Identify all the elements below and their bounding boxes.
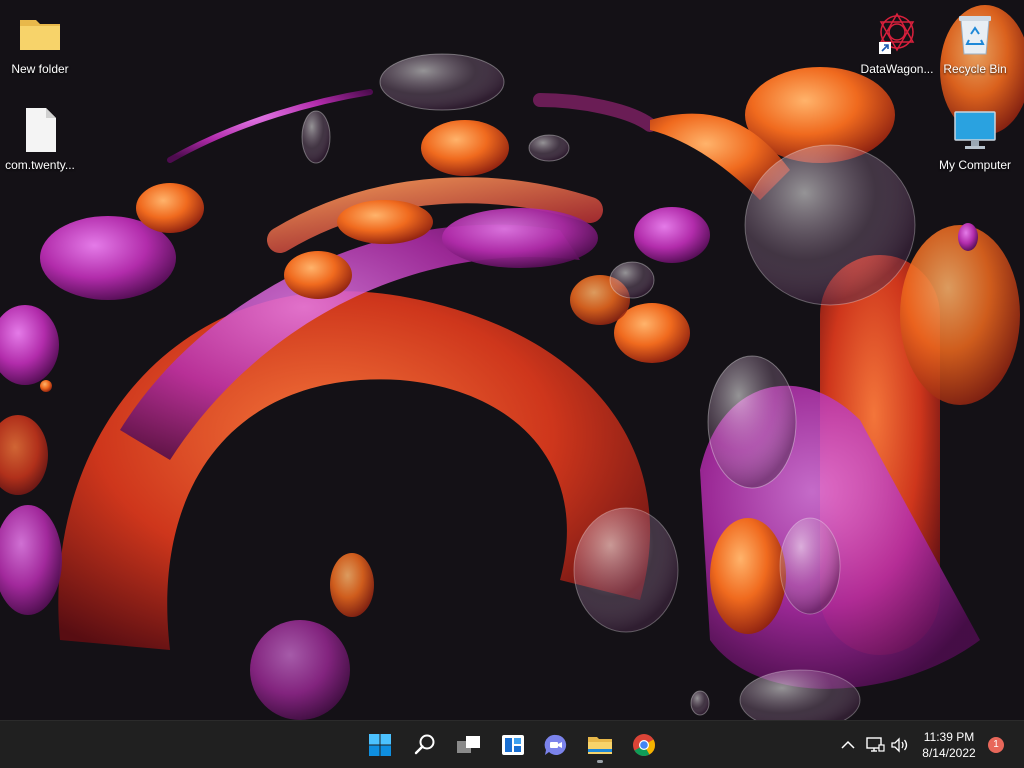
start-button[interactable]: [360, 725, 400, 765]
taskbar: 11:39 PM 8/14/2022 1: [0, 720, 1024, 768]
desktop-icon-my-computer[interactable]: My Computer: [935, 106, 1015, 172]
desktop-icon-new-folder[interactable]: New folder: [0, 10, 80, 76]
search-icon: [414, 734, 435, 755]
desktop-icon-datawagon[interactable]: DataWagon...: [857, 10, 937, 76]
show-hidden-icons-button[interactable]: [838, 733, 858, 757]
widgets-icon: [502, 735, 524, 755]
chat-button[interactable]: [536, 725, 576, 765]
notification-badge[interactable]: 1: [988, 737, 1004, 753]
network-button[interactable]: [864, 733, 886, 757]
file-explorer-button[interactable]: [580, 725, 620, 765]
chat-icon: [544, 734, 567, 755]
clock-time: 11:39 PM: [923, 730, 975, 744]
desktop-icon-label: com.twenty...: [5, 158, 75, 172]
volume-icon: [891, 737, 908, 753]
desktop-icon-label: Recycle Bin: [943, 62, 1007, 76]
task-view-icon: [457, 736, 480, 753]
clock-date: 8/14/2022: [922, 746, 976, 760]
file-explorer-icon: [588, 737, 612, 754]
desktop-icon-label: DataWagon...: [860, 62, 934, 76]
file-icon: [16, 106, 64, 154]
volume-button[interactable]: [889, 733, 911, 757]
network-icon: [866, 737, 885, 752]
folder-icon: [16, 10, 64, 58]
bloom-wallpaper-art: [0, 5, 1024, 720]
recycle-bin-icon: [951, 10, 999, 58]
windows-start-icon: [369, 734, 391, 756]
desktop-icon-label: New folder: [11, 62, 69, 76]
desktop-wallpaper: [0, 0, 1024, 720]
desktop-icon-label: My Computer: [938, 158, 1012, 172]
chrome-button[interactable]: [624, 725, 664, 765]
desktop-icon-recycle-bin[interactable]: Recycle Bin: [935, 10, 1015, 76]
widgets-button[interactable]: [493, 725, 533, 765]
desktop-icon-file[interactable]: com.twenty...: [0, 106, 80, 172]
task-view-button[interactable]: [449, 725, 489, 765]
monitor-icon: [951, 106, 999, 154]
chrome-icon: [633, 734, 655, 756]
clock-button[interactable]: 11:39 PM 8/14/2022: [912, 729, 986, 761]
search-button[interactable]: [405, 725, 445, 765]
chevron-up-icon: [841, 740, 855, 749]
datawagon-shortcut-icon: [873, 10, 921, 58]
